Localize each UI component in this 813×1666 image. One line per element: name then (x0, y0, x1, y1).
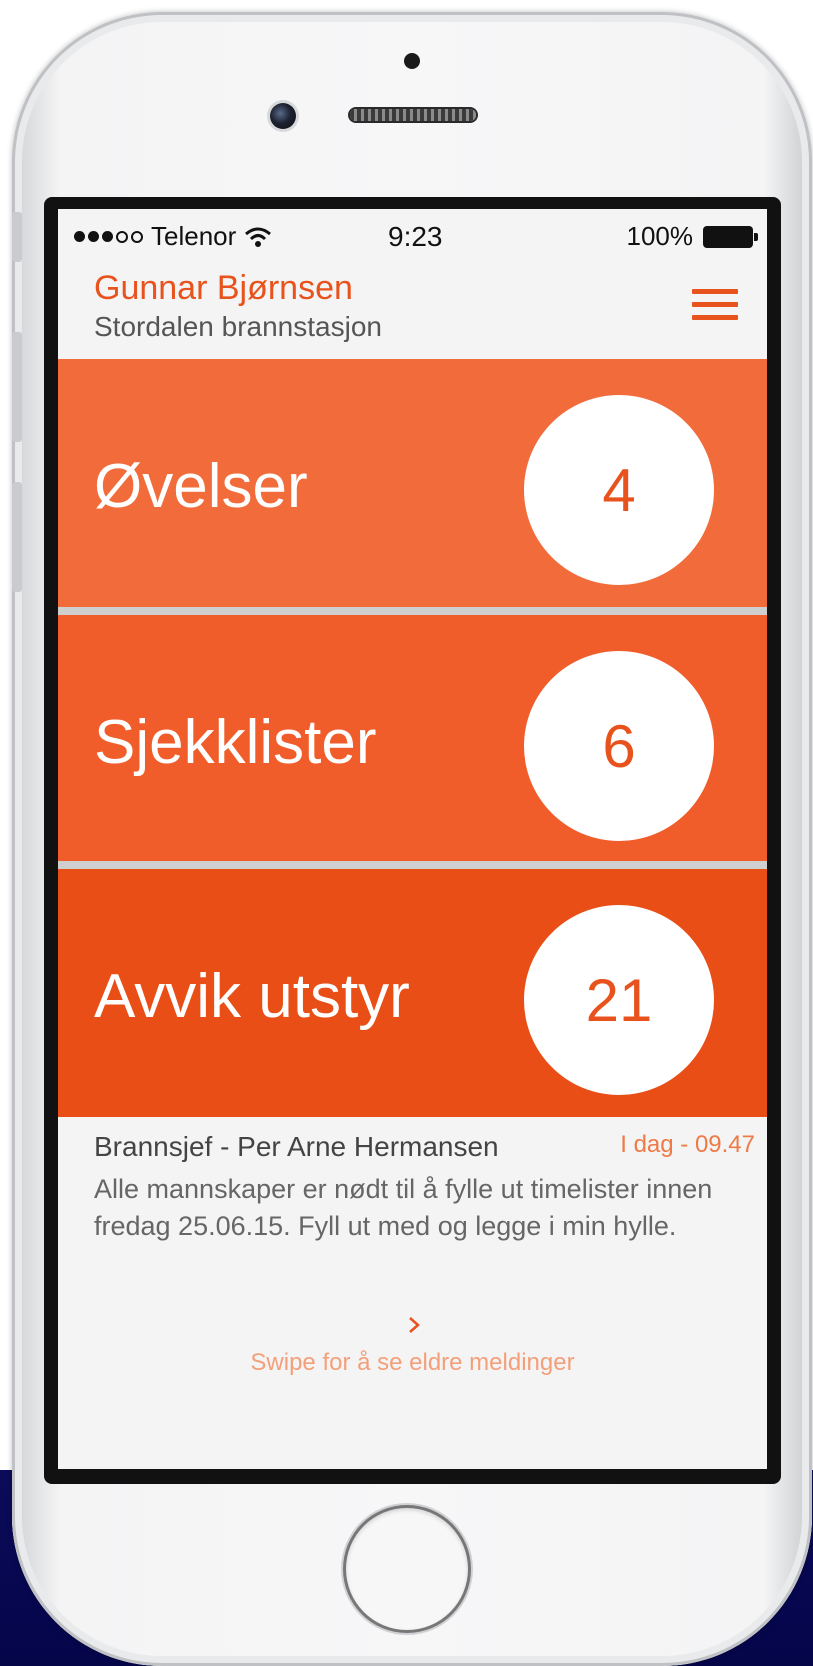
station-name: Stordalen brannstasjon (94, 311, 382, 342)
proximity-sensor (404, 53, 420, 69)
tile-count-badge: 6 (524, 651, 714, 841)
user-name: Gunnar Bjørnsen (94, 269, 353, 307)
app-screen: Telenor 9:23 100% Gunnar Bjørnsen Storda… (58, 209, 767, 1469)
earpiece-speaker (350, 109, 476, 121)
tile-label: Øvelser (94, 452, 308, 521)
chevron-right-icon[interactable] (406, 1317, 422, 1333)
battery-percent: 100% (626, 221, 694, 251)
tile-avvik-utstyr[interactable]: Avvik utstyr 21 (58, 869, 767, 1127)
menu-icon-bar (692, 289, 738, 294)
tile-count-badge: 21 (524, 905, 714, 1095)
menu-icon-bar (692, 315, 738, 320)
latest-message[interactable]: Brannsjef - Per Arne Hermansen I dag - 0… (58, 1117, 767, 1376)
message-time: I dag - 09.47 (620, 1131, 755, 1158)
status-bar: Telenor 9:23 100% (58, 209, 767, 263)
swipe-hint: Swipe for å se eldre meldinger (250, 1349, 575, 1376)
status-time: 9:23 (388, 221, 443, 252)
message-sender: Brannsjef - Per Arne Hermansen (94, 1131, 499, 1162)
tile-label: Sjekklister (94, 708, 377, 777)
message-body: Alle mannskaper er nødt til å fylle ut t… (94, 1174, 713, 1241)
mute-switch (12, 212, 22, 262)
wifi-icon (245, 227, 272, 247)
hamburger-menu-button[interactable] (692, 289, 738, 329)
battery-icon (703, 225, 758, 248)
tile-sjekklister[interactable]: Sjekklister 6 (58, 615, 767, 873)
battery-status: 100% (626, 221, 758, 252)
tile-count-badge: 4 (524, 395, 714, 585)
carrier-info: Telenor (74, 221, 272, 252)
tile-label: Avvik utstyr (94, 962, 410, 1031)
carrier-name: Telenor (151, 221, 237, 251)
volume-up-button (12, 332, 22, 442)
tile-ovelser[interactable]: Øvelser 4 (58, 359, 767, 617)
home-button[interactable] (346, 1508, 468, 1630)
front-camera (270, 103, 296, 129)
signal-strength-icon (74, 230, 143, 243)
menu-icon-bar (692, 302, 738, 307)
volume-down-button (12, 482, 22, 592)
